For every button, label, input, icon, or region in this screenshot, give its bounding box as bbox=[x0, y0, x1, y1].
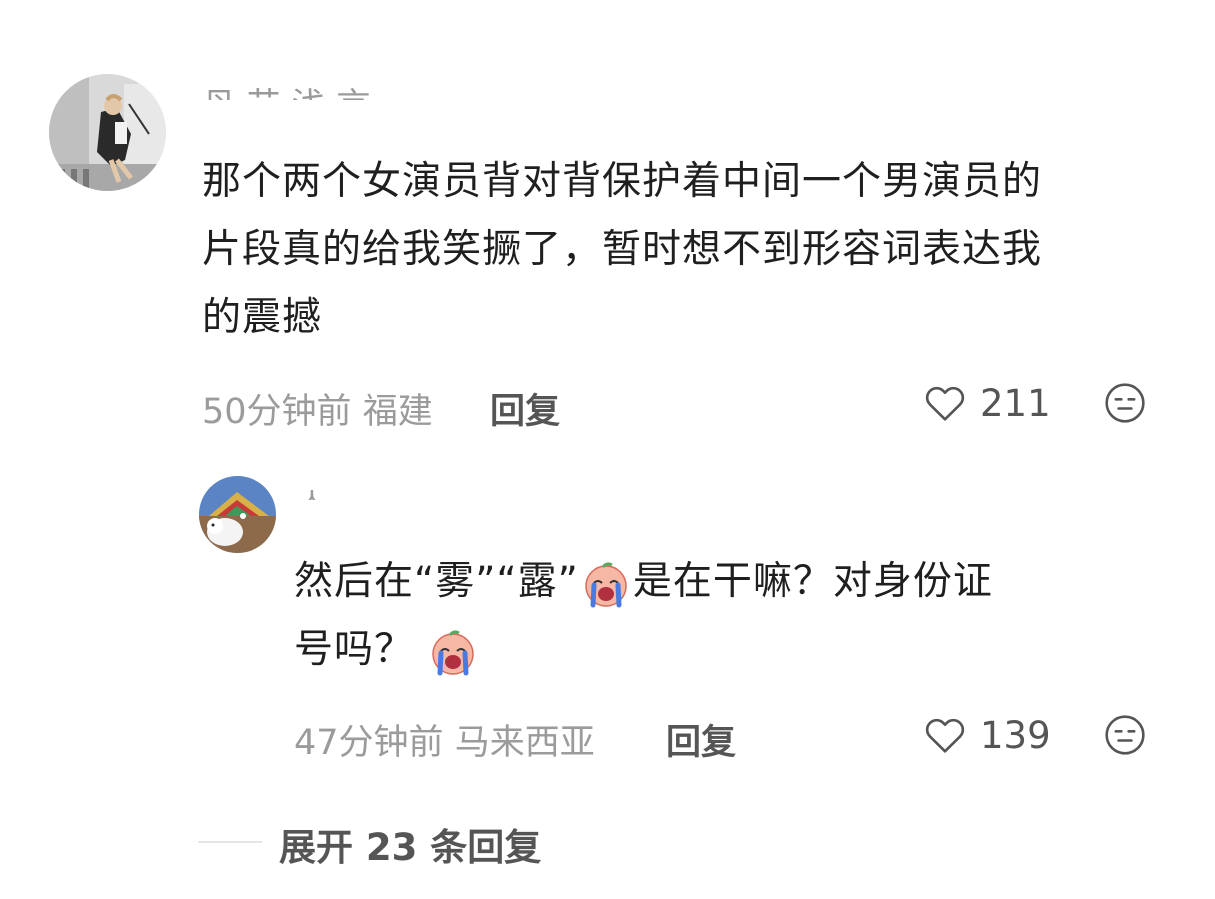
comment-avatar[interactable] bbox=[49, 74, 166, 191]
comment-reply-button[interactable]: 回复 bbox=[490, 383, 560, 434]
reply-text-line: 然后在“雾”“露” 是在干嘛？对身份证 bbox=[294, 548, 1174, 616]
reply-reply-button[interactable]: 回复 bbox=[666, 714, 736, 765]
reply-text-line: 号吗？ bbox=[294, 616, 1174, 684]
comment-text-line: 片段真的给我笑撅了，暂时想不到形容词表达我 bbox=[202, 227, 1043, 272]
reply-dislike-button[interactable] bbox=[1103, 713, 1147, 761]
reply-location: 马来西亚 bbox=[454, 723, 595, 763]
reply-author[interactable]: ㅅ bbox=[298, 480, 358, 500]
comment-text-line: 的震撼 bbox=[202, 295, 323, 340]
comment-dislike-button[interactable] bbox=[1103, 381, 1147, 429]
reply-time: 47分钟前 bbox=[294, 723, 444, 763]
reply-meta: 47分钟前 马来西亚 bbox=[294, 714, 595, 765]
reply-like-count: 139 bbox=[980, 713, 1051, 757]
comment-meta: 50分钟前 福建 bbox=[202, 383, 433, 434]
crying-emoji-icon bbox=[432, 629, 474, 675]
comment-like-button[interactable]: 211 bbox=[922, 380, 1051, 426]
comment-author[interactable]: 丹 艺 浅 言 ... bbox=[202, 80, 462, 100]
reply-avatar[interactable] bbox=[199, 476, 276, 553]
meh-face-icon bbox=[1105, 715, 1145, 755]
comment-text-line: 那个两个女演员背对背保护着中间一个男演员的 bbox=[202, 159, 1043, 204]
meh-face-icon bbox=[1105, 383, 1145, 423]
expand-divider bbox=[198, 841, 262, 843]
heart-outline-icon bbox=[925, 386, 965, 421]
comment-like-count: 211 bbox=[980, 381, 1051, 425]
comment-time: 50分钟前 bbox=[202, 392, 352, 432]
heart-outline-icon bbox=[925, 718, 965, 753]
comment-text: 那个两个女演员背对背保护着中间一个男演员的 片段真的给我笑撅了，暂时想不到形容词… bbox=[202, 148, 1162, 352]
comment-location: 福建 bbox=[362, 392, 433, 432]
reply-text: 然后在“雾”“露” 是在干嘛？对身份证 号吗？ bbox=[294, 548, 1174, 684]
expand-replies-button[interactable]: 展开 23 条回复 bbox=[279, 817, 541, 871]
crying-emoji-icon bbox=[585, 561, 627, 607]
reply-like-button[interactable]: 139 bbox=[922, 712, 1051, 758]
